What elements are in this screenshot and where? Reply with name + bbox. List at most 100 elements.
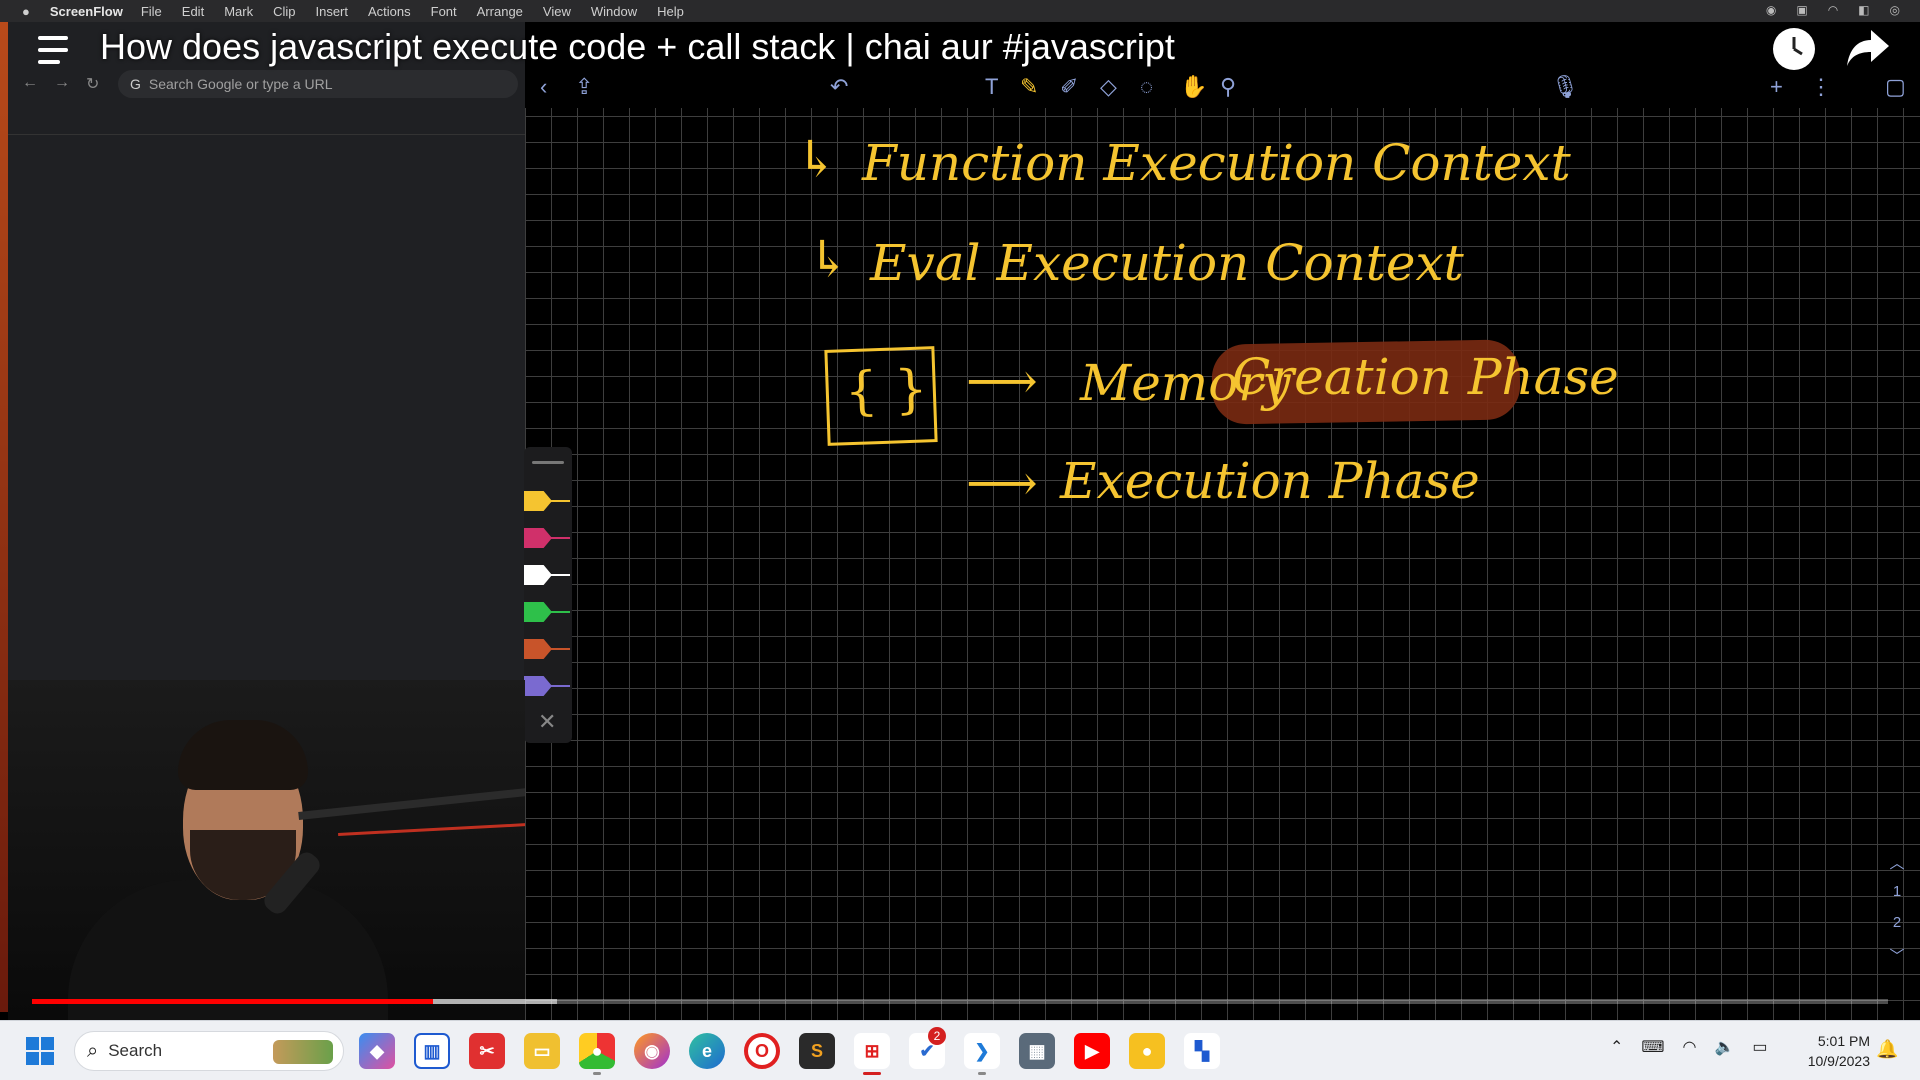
keyboard-icon[interactable]: ⌨	[1641, 1037, 1664, 1057]
share-arrow-icon[interactable]	[1845, 28, 1891, 73]
chrome-icon[interactable]: ●	[579, 1033, 615, 1069]
snipping-tool-icon[interactable]: ✂	[469, 1033, 505, 1069]
code-braces-box: { }	[824, 346, 938, 446]
pen-line	[550, 537, 570, 539]
notification-bell-icon[interactable]: 🔔	[1876, 1039, 1898, 1060]
vscode-icon[interactable]: ❯	[964, 1033, 1000, 1069]
page-up-chevron-icon[interactable]: ︿	[1880, 852, 1914, 873]
pen-line	[550, 685, 570, 687]
notes-canvas[interactable]	[525, 64, 1920, 1020]
firefox-icon[interactable]: ◉	[634, 1033, 670, 1069]
app-icon[interactable]: ▚	[1184, 1033, 1220, 1069]
page-number-1[interactable]: 1	[1880, 883, 1914, 900]
pen-pink[interactable]	[524, 528, 570, 548]
share-icon[interactable]: ⇪	[575, 74, 593, 100]
back-chevron-icon[interactable]: ‹	[540, 74, 547, 100]
more-options-icon[interactable]: ⋮	[1810, 74, 1832, 100]
video-title[interactable]: How does javascript execute code + call …	[100, 26, 1175, 68]
microphone-icon[interactable]: 🎙	[1551, 74, 1579, 100]
record-icon[interactable]: ◉	[1766, 3, 1776, 17]
windows-start-icon[interactable]	[26, 1037, 54, 1065]
video-progress-bar[interactable]	[32, 999, 1888, 1004]
menu-line	[38, 36, 68, 40]
shapes-icon[interactable]: ✋	[1180, 74, 1207, 100]
menu-font[interactable]: Font	[431, 4, 457, 19]
system-clock[interactable]: 5:01 PM 10/9/2023	[1790, 1031, 1870, 1071]
wifi-icon[interactable]: ◠	[1828, 3, 1838, 17]
pen-yellow[interactable]	[524, 491, 570, 511]
presenter-hair	[178, 720, 308, 790]
highlighter-icon[interactable]: ✐	[1060, 74, 1078, 100]
youtube-icon[interactable]: ▶	[1074, 1033, 1110, 1069]
menu-arrange[interactable]: Arrange	[477, 4, 523, 19]
battery-icon[interactable]: ▭	[1752, 1037, 1767, 1057]
menu-window[interactable]: Window	[591, 4, 637, 19]
braces-symbol: { }	[843, 359, 929, 423]
search-highlight-art	[273, 1040, 333, 1064]
reload-icon[interactable]: ↻	[86, 74, 99, 94]
palette-close-icon[interactable]: ✕	[538, 709, 556, 735]
address-bar[interactable]: G Search Google or type a URL	[118, 70, 518, 98]
pages-icon[interactable]: ▢	[1885, 74, 1906, 100]
text-creation-phase: Creation Phase	[1232, 348, 1619, 406]
menu-mark[interactable]: Mark	[224, 4, 253, 19]
menu-actions[interactable]: Actions	[368, 4, 411, 19]
address-bar-placeholder: Search Google or type a URL	[148, 76, 333, 92]
watch-later-icon[interactable]	[1773, 28, 1815, 70]
playlist-menu-icon[interactable]	[36, 34, 76, 70]
menu-view[interactable]: View	[543, 4, 571, 19]
menu-app-name[interactable]: ScreenFlow	[50, 4, 123, 19]
forward-arrow-icon[interactable]: →	[54, 74, 70, 94]
clock-date: 10/9/2023	[1807, 1053, 1870, 1069]
highlighter-purple[interactable]	[524, 676, 570, 696]
menu-clip[interactable]: Clip	[273, 4, 295, 19]
apple-icon[interactable]: ●	[22, 4, 30, 19]
page-number-2[interactable]: 2	[1880, 914, 1914, 931]
edge-icon[interactable]: e	[689, 1033, 725, 1069]
taskbar-search[interactable]: ⌕ Search	[74, 1031, 344, 1071]
keep-notes-icon[interactable]: ●	[1129, 1033, 1165, 1069]
progress-played	[32, 999, 433, 1004]
link-icon[interactable]: ⚲	[1220, 74, 1236, 100]
menu-help[interactable]: Help	[657, 4, 684, 19]
undo-icon[interactable]: ↶	[830, 74, 848, 100]
palette-drag-handle[interactable]	[532, 461, 564, 464]
active-app-indicator	[863, 1072, 881, 1075]
sublime-text-icon[interactable]: S	[799, 1033, 835, 1069]
pen-tool-icon[interactable]: ✎	[1020, 74, 1038, 100]
system-tray: ⌃ ⌨ ◠ 🔈 ▭	[1610, 1037, 1768, 1057]
copilot-icon[interactable]: ◆	[359, 1033, 395, 1069]
lasso-icon[interactable]: ◌	[1140, 74, 1153, 100]
text-execution-phase: Execution Phase	[1060, 452, 1480, 510]
control-center-icon[interactable]: ◧	[1858, 3, 1869, 17]
file-explorer-icon[interactable]: ▭	[524, 1033, 560, 1069]
siri-icon[interactable]: ◎	[1890, 3, 1900, 17]
volume-icon[interactable]: 🔈	[1714, 1037, 1734, 1057]
back-arrow-icon[interactable]: ←	[22, 74, 38, 94]
mac-menu-bar: ● ScreenFlow File Edit Mark Clip Insert …	[0, 0, 1920, 22]
wifi-icon[interactable]: ◠	[1683, 1037, 1697, 1057]
menu-insert[interactable]: Insert	[315, 4, 348, 19]
pen-line	[550, 648, 570, 650]
page-down-chevron-icon[interactable]: ﹀	[1880, 945, 1914, 966]
widgets-icon[interactable]: ▥	[414, 1033, 450, 1069]
highlighter-orange[interactable]	[524, 639, 570, 659]
eraser-icon[interactable]: ◇	[1100, 74, 1117, 100]
clock-hands	[1792, 37, 1803, 56]
pen-white[interactable]	[524, 565, 570, 585]
opera-icon[interactable]: O	[744, 1033, 780, 1069]
menu-edit[interactable]: Edit	[182, 4, 204, 19]
text-tool-icon[interactable]: T	[985, 74, 998, 100]
chevron-up-icon[interactable]: ⌃	[1610, 1037, 1623, 1057]
pen-tip	[524, 528, 552, 548]
pen-tip	[524, 602, 552, 622]
menu-file[interactable]: File	[141, 4, 162, 19]
arrow-memory: ⟶	[966, 352, 1038, 410]
calculator-icon[interactable]: ▦	[1019, 1033, 1055, 1069]
add-page-icon[interactable]: +	[1770, 74, 1783, 100]
pen-green[interactable]	[524, 602, 570, 622]
screen-tool-icon[interactable]: ⊞	[854, 1033, 890, 1069]
menu-line	[38, 48, 68, 52]
pen-line	[550, 611, 570, 613]
screen-icon[interactable]: ▣	[1796, 3, 1807, 17]
